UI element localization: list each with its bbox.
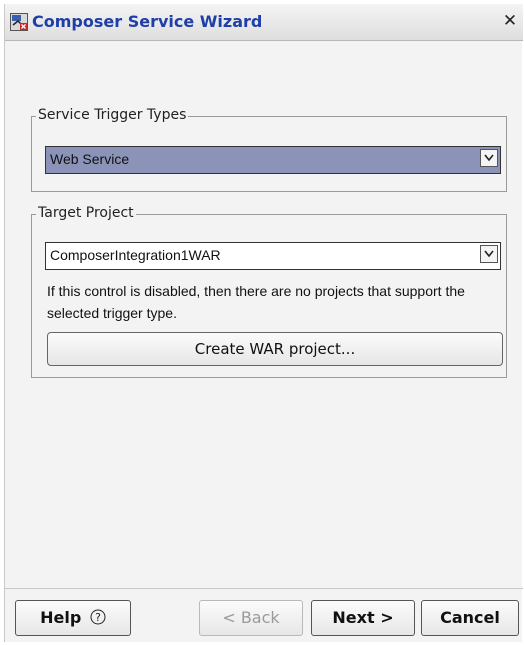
help-button[interactable]: Help ? xyxy=(15,600,131,636)
next-button[interactable]: Next > xyxy=(311,600,415,636)
target-project-hint: If this control is disabled, then there … xyxy=(47,283,465,321)
cancel-button[interactable]: Cancel xyxy=(421,600,519,636)
chevron-down-icon[interactable] xyxy=(480,149,498,167)
target-project-select[interactable]: ComposerIntegration1WAR xyxy=(45,242,501,270)
title-bar[interactable]: Composer Service Wizard ✕ xyxy=(5,4,523,41)
help-button-label: Help xyxy=(40,608,82,627)
back-button[interactable]: < Back xyxy=(199,600,303,636)
target-project-label: Target Project xyxy=(36,205,136,221)
service-trigger-type-select[interactable]: Web Service xyxy=(45,146,501,174)
window-title: Composer Service Wizard xyxy=(32,12,263,31)
footer-divider xyxy=(5,588,523,589)
target-project-value: ComposerIntegration1WAR xyxy=(50,247,221,263)
svg-text:?: ? xyxy=(95,611,101,624)
service-trigger-types-label: Service Trigger Types xyxy=(36,107,189,123)
help-icon: ? xyxy=(90,609,106,627)
chevron-down-icon[interactable] xyxy=(480,245,498,263)
create-war-project-button[interactable]: Create WAR project... xyxy=(47,332,503,366)
close-icon[interactable]: ✕ xyxy=(501,12,519,30)
wizard-window: Composer Service Wizard ✕ Service Trigge… xyxy=(4,4,523,642)
service-trigger-type-value: Web Service xyxy=(50,151,130,167)
composer-wizard-icon xyxy=(10,13,28,31)
